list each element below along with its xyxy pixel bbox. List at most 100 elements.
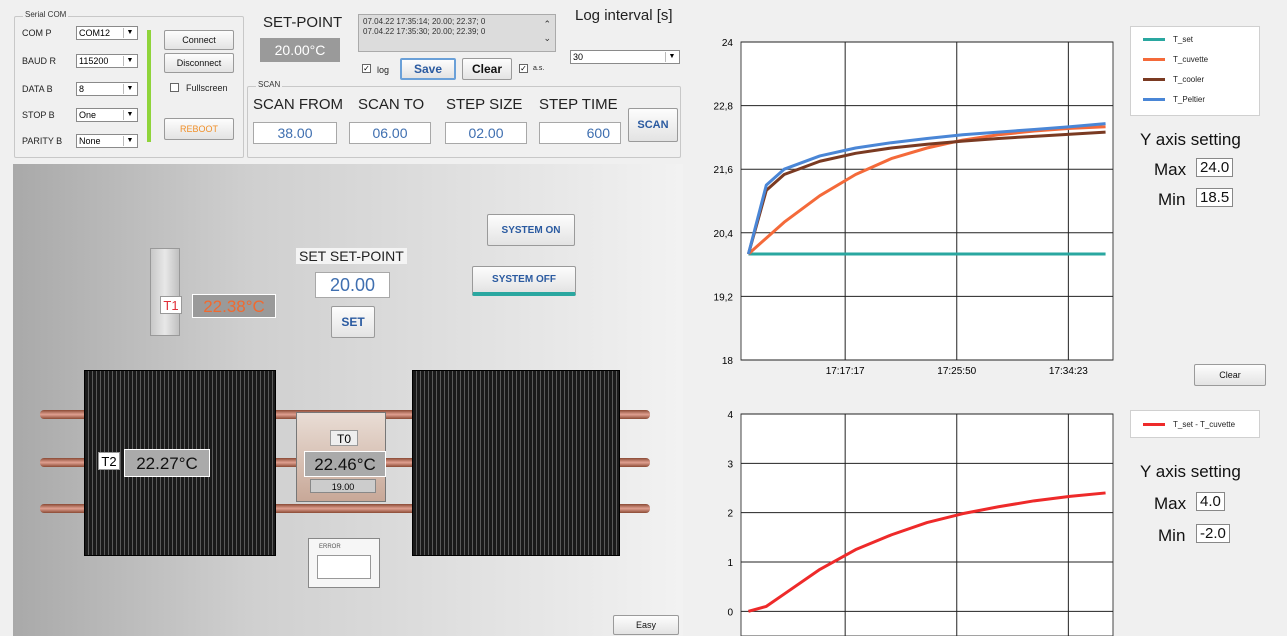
temperature-chart: 24 22,8 21,6 20,4 19,2 18 17:17:17 17:25:50 17:3…: [714, 38, 1114, 377]
easy-button[interactable]: Easy: [613, 615, 679, 635]
error-display: [317, 555, 371, 579]
legend-swatch-diff: [1143, 423, 1165, 426]
t2-tag: T2: [98, 452, 120, 470]
chart1-min-label: Min: [1158, 190, 1186, 209]
cuvette-holder: [150, 248, 180, 336]
error-indicator: ERROR: [308, 538, 380, 588]
log-checkbox[interactable]: ✓: [362, 64, 371, 73]
baud-rate-select[interactable]: 115200 ▼: [76, 54, 138, 68]
difference-chart: 4 3 2 1 0: [727, 410, 1114, 636]
stop-bits-select[interactable]: One ▼: [76, 108, 138, 122]
fullscreen-label: Fullscreen: [186, 83, 228, 93]
chart2-min-label: Min: [1158, 526, 1186, 545]
fullscreen-checkbox[interactable]: [170, 83, 179, 92]
y-tick-label: 4: [727, 410, 733, 421]
system-on-button[interactable]: SYSTEM ON: [487, 214, 575, 246]
connect-button[interactable]: Connect: [164, 30, 234, 50]
chart1-max-input[interactable]: 24.0: [1196, 158, 1234, 177]
chevron-down-icon: ▼: [123, 110, 136, 120]
log-textarea[interactable]: 07.04.22 17:35:14; 20.00; 22.37; 0 07.04…: [358, 14, 556, 52]
chart1-clear-button[interactable]: Clear: [1194, 364, 1266, 386]
log-interval-select[interactable]: 30 ▼: [570, 50, 680, 64]
chart2-max-label: Max: [1154, 494, 1187, 513]
reboot-button[interactable]: REBOOT: [164, 118, 234, 140]
disconnect-button[interactable]: Disconnect: [164, 53, 234, 73]
legend-label: T_Peltier: [1173, 95, 1206, 104]
legend-label: T_set: [1173, 35, 1194, 44]
scan-button[interactable]: SCAN: [628, 108, 678, 142]
y-tick-label: 2: [727, 509, 733, 520]
set-button[interactable]: SET: [331, 306, 375, 338]
x-tick-label: 17:17:17: [826, 366, 865, 377]
chevron-down-icon: ▼: [123, 28, 136, 38]
chevron-down-icon: ▼: [123, 84, 136, 94]
y-tick-label: 3: [727, 459, 733, 470]
log-line: 07.04.22 17:35:30; 20.00; 22.39; 0: [363, 27, 486, 36]
x-tick-label: 17:25:50: [937, 366, 976, 377]
t1-tag: T1: [160, 296, 182, 314]
y-tick-label: 1: [727, 558, 733, 569]
chevron-down-icon: ▼: [123, 136, 136, 146]
autosave-checkbox[interactable]: ✓: [519, 64, 528, 73]
t0-tag: T0: [330, 430, 358, 446]
data-bits-select[interactable]: 8 ▼: [76, 82, 138, 96]
parity-label: PARITY B: [22, 136, 63, 146]
step-size-input[interactable]: 02.00: [445, 122, 527, 144]
legend-swatch-t-peltier: [1143, 98, 1165, 101]
log-line: 07.04.22 17:35:14; 20.00; 22.37; 0: [363, 17, 486, 26]
scan-title: SCAN: [256, 80, 283, 89]
scroll-up-icon[interactable]: ⌃: [543, 19, 551, 29]
connection-status-bar: [147, 30, 151, 142]
set-setpoint-input[interactable]: 20.00: [315, 272, 390, 298]
log-interval-label: Log interval [s]: [575, 7, 673, 24]
log-checkbox-label: log: [377, 65, 390, 75]
step-time-input[interactable]: 600: [539, 122, 621, 144]
chart2-legend: T_set - T_cuvette: [1130, 410, 1260, 438]
chart1-legend: T_set T_cuvette T_cooler T_Peltier: [1130, 26, 1260, 116]
t0-value: 22.46°C: [304, 451, 386, 477]
system-off-button[interactable]: SYSTEM OFF: [472, 266, 576, 296]
chart1-max-label: Max: [1154, 160, 1187, 179]
chart2-yaxis-title: Y axis setting: [1140, 462, 1241, 481]
y-tick-label: 22,8: [714, 102, 734, 113]
chart1-yaxis-title: Y axis setting: [1140, 130, 1241, 149]
legend-swatch-t-set: [1143, 38, 1165, 41]
com-port-label: COM P: [22, 28, 52, 38]
plot-area: [740, 41, 1114, 361]
scan-from-label: SCAN FROM: [253, 96, 343, 113]
legend-swatch-t-cuvette: [1143, 58, 1165, 61]
t0-sub-value: 19.00: [310, 479, 376, 493]
set-setpoint-label: SET SET-POINT: [296, 248, 407, 264]
scan-from-input[interactable]: 38.00: [253, 122, 337, 144]
parity-select[interactable]: None ▼: [76, 134, 138, 148]
legend-label: T_set - T_cuvette: [1173, 420, 1236, 429]
t1-value: 22.38°C: [192, 294, 276, 318]
chart2-min-input[interactable]: -2.0: [1196, 524, 1230, 543]
setpoint-display: 20.00°C: [260, 38, 340, 62]
y-tick-label: 0: [727, 607, 733, 618]
autosave-label: a.s.: [533, 65, 545, 72]
step-size-label: STEP SIZE: [446, 96, 523, 113]
right-heatsink: [412, 370, 620, 556]
legend-swatch-t-cooler: [1143, 78, 1165, 81]
chart2-max-input[interactable]: 4.0: [1196, 492, 1225, 511]
plot-area: [740, 413, 1114, 636]
scan-to-label: SCAN TO: [358, 96, 425, 113]
serial-com-title: Serial COM: [23, 10, 69, 19]
y-tick-label: 18: [722, 356, 734, 367]
legend-label: T_cooler: [1173, 75, 1205, 84]
com-port-select[interactable]: COM12 ▼: [76, 26, 138, 40]
save-button[interactable]: Save: [400, 58, 456, 80]
step-time-label: STEP TIME: [539, 96, 618, 113]
clear-log-button[interactable]: Clear: [462, 58, 512, 80]
error-label: ERROR: [319, 544, 341, 550]
y-tick-label: 19,2: [714, 292, 734, 303]
t2-value: 22.27°C: [124, 449, 210, 477]
stop-bits-label: STOP B: [22, 110, 55, 120]
chart1-min-input[interactable]: 18.5: [1196, 188, 1234, 207]
scroll-down-icon[interactable]: ⌄: [543, 33, 551, 43]
scan-to-input[interactable]: 06.00: [349, 122, 431, 144]
data-bits-label: DATA B: [22, 84, 53, 94]
setpoint-label: SET-POINT: [263, 14, 343, 31]
y-tick-label: 24: [722, 38, 734, 49]
